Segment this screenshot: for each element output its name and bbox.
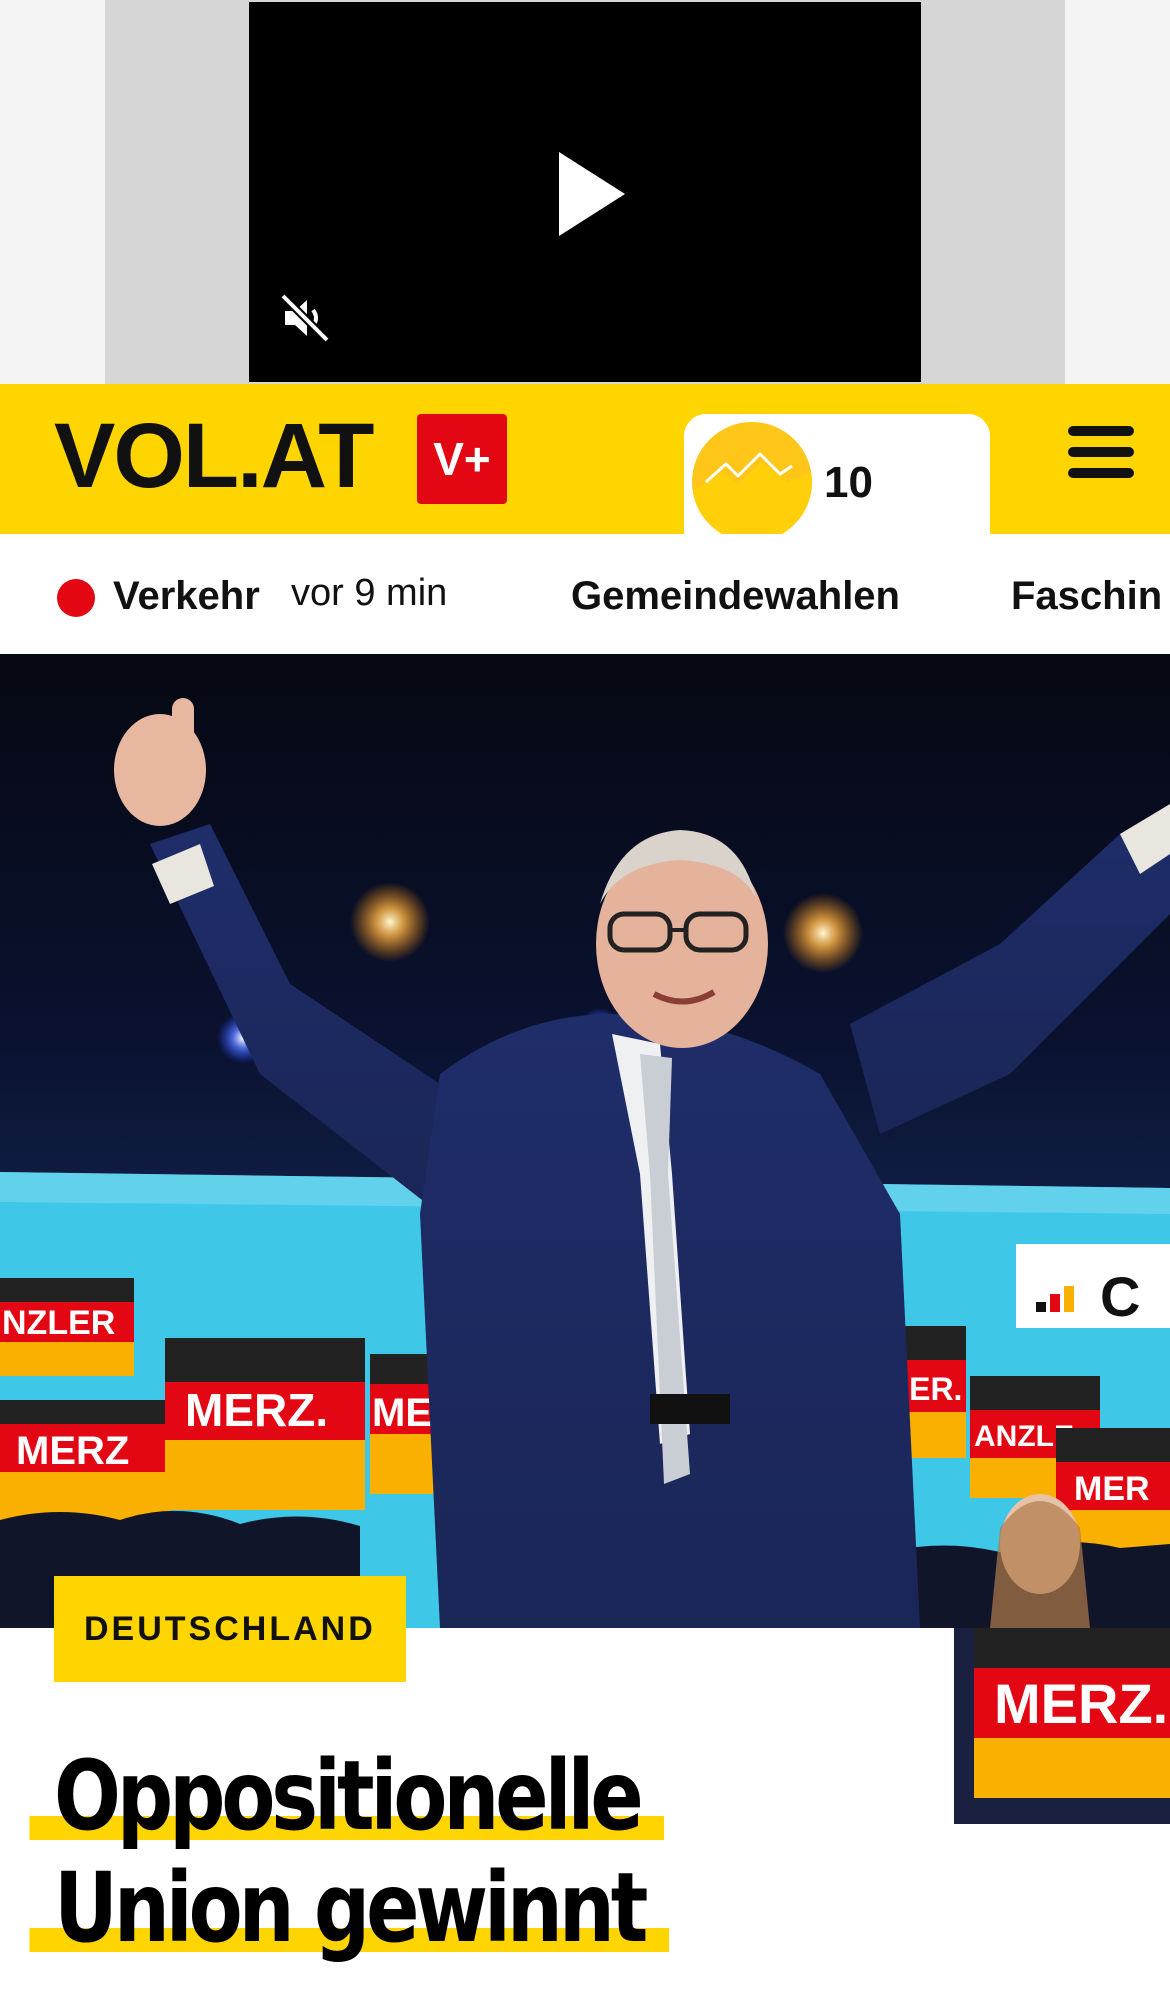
svg-text:NZLER: NZLER bbox=[2, 1304, 115, 1342]
headline-line: Union gewinnt bbox=[29, 1852, 669, 1964]
mute-icon[interactable] bbox=[279, 292, 331, 344]
nav-live-time: vor 9 min bbox=[291, 572, 448, 614]
nav-item-fasching[interactable]: Faschin bbox=[1011, 574, 1162, 619]
menu-button[interactable] bbox=[1068, 426, 1134, 478]
weather-widget[interactable]: 10 bbox=[684, 414, 990, 542]
svg-text:MER: MER bbox=[1074, 1470, 1150, 1508]
site-header: VOL.AT V+ 10 bbox=[0, 384, 1170, 542]
weather-mountain-icon bbox=[692, 422, 812, 542]
crowd-sign: MERZ bbox=[0, 1400, 170, 1522]
crowd-sign: MERZ. bbox=[165, 1338, 365, 1510]
sign-text: C bbox=[1100, 1265, 1140, 1328]
hero-image[interactable]: C NZLER MERZ MERZ. MERZ ZLER. ANZLE MER bbox=[0, 654, 1170, 1628]
vplus-badge[interactable]: V+ bbox=[417, 414, 507, 504]
sign-text: MERZ. bbox=[994, 1672, 1168, 1735]
nav-live-label[interactable]: Verkehr bbox=[113, 574, 260, 619]
topic-nav: Verkehr vor 9 min Gemeindewahlen Faschin bbox=[0, 534, 1170, 654]
ad-area bbox=[0, 0, 1170, 384]
headline-line: Oppositionelle bbox=[29, 1740, 665, 1852]
menu-bar bbox=[1068, 447, 1134, 457]
nav-item-gemeindewahlen[interactable]: Gemeindewahlen bbox=[571, 574, 900, 619]
hero-image-overflow: MERZ. bbox=[954, 1628, 1170, 1824]
stage-light bbox=[783, 893, 863, 973]
crowd-sign: NZLER bbox=[0, 1278, 134, 1376]
site-logo[interactable]: VOL.AT bbox=[54, 410, 374, 502]
article-headline[interactable]: Oppositionelle Union gewinnt bbox=[29, 1740, 776, 1964]
stage-light bbox=[350, 882, 430, 962]
svg-text:MERZ: MERZ bbox=[16, 1429, 129, 1473]
svg-text:MERZ.: MERZ. bbox=[185, 1384, 328, 1436]
weather-temperature: 10 bbox=[824, 458, 873, 507]
live-dot-icon bbox=[57, 579, 95, 617]
menu-bar bbox=[1068, 468, 1134, 478]
video-player[interactable] bbox=[249, 2, 921, 382]
category-badge[interactable]: DEUTSCHLAND bbox=[54, 1576, 406, 1682]
menu-bar bbox=[1068, 426, 1134, 436]
party-logo-sign bbox=[1016, 1244, 1170, 1328]
play-icon[interactable] bbox=[559, 152, 625, 236]
